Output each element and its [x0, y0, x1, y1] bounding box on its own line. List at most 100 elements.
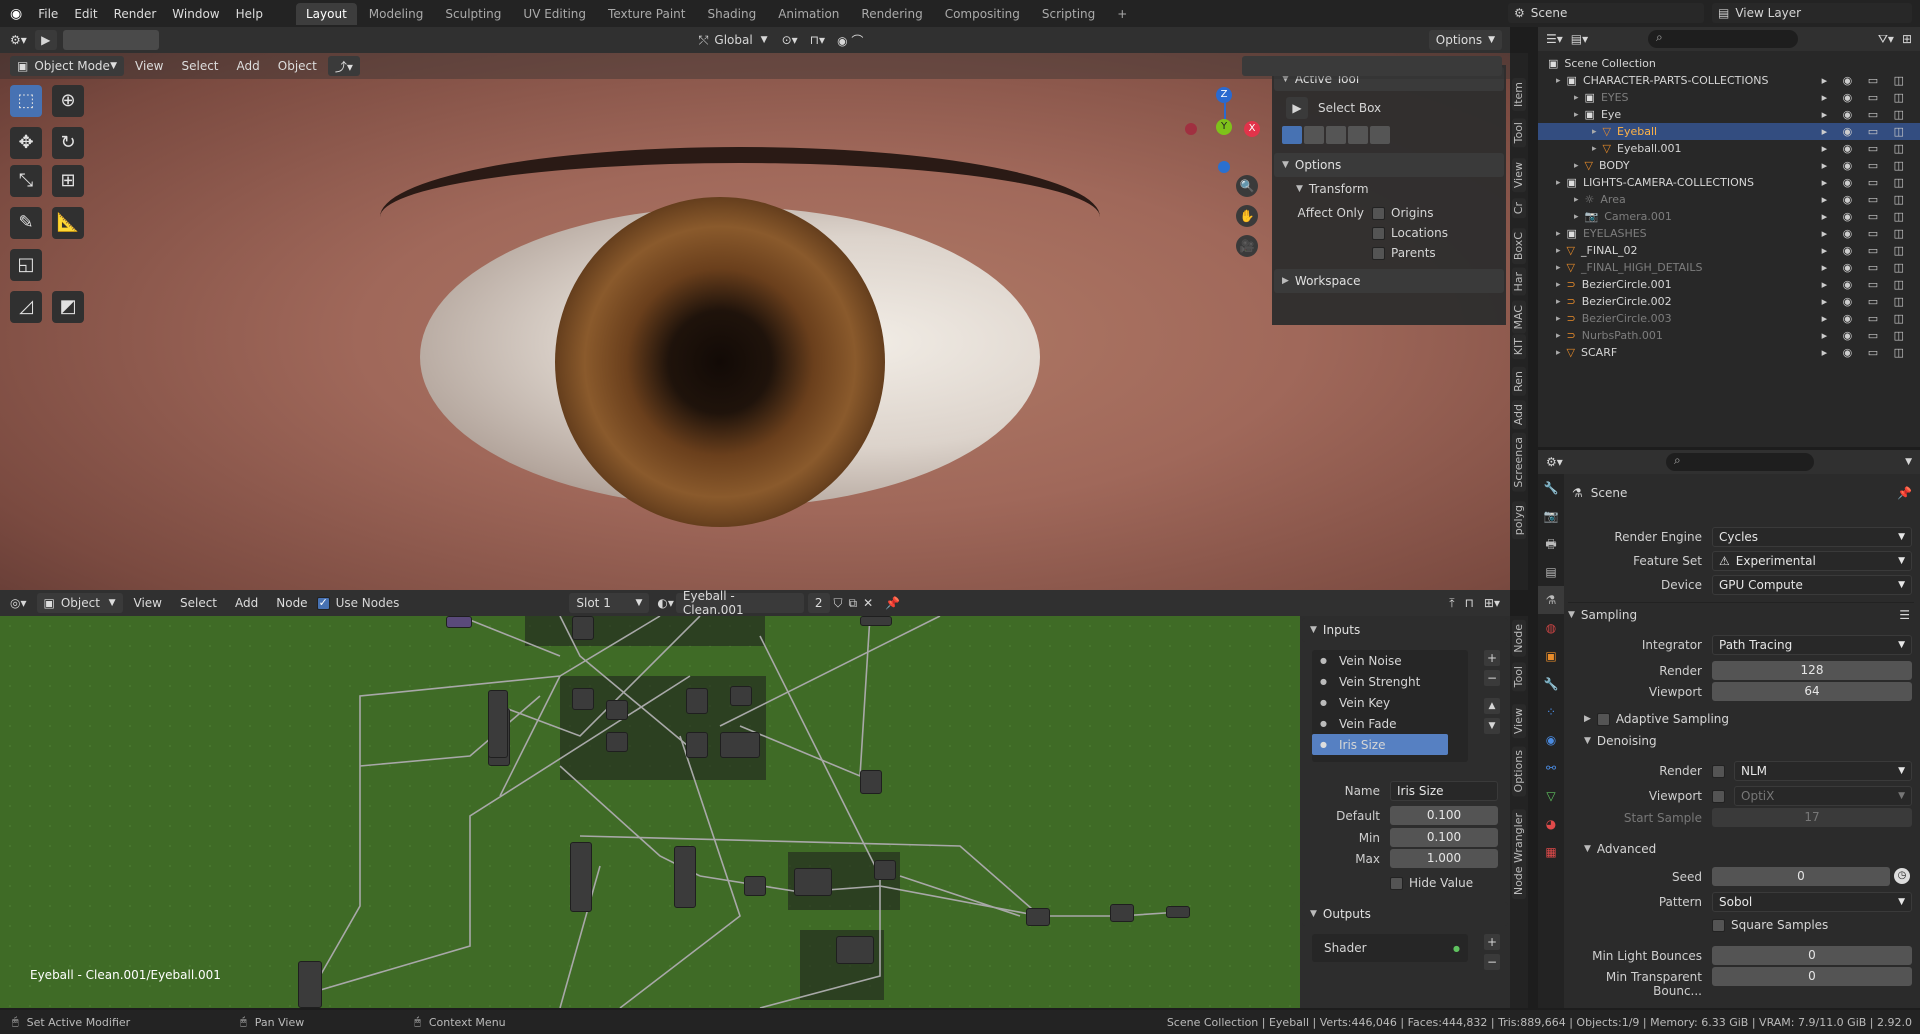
- navigation-gizmo[interactable]: Z Y X: [1180, 87, 1260, 177]
- expand-arrow-icon[interactable]: ▸: [1556, 297, 1561, 307]
- visibility-toggles-icon[interactable]: ▸ ◉ ▭ ◫: [1822, 295, 1910, 308]
- material-name-field[interactable]: Eyeball - Clean.001: [675, 589, 804, 617]
- node[interactable]: [606, 732, 628, 752]
- tab-compositing[interactable]: Compositing: [935, 3, 1030, 25]
- node-menu-view[interactable]: View: [127, 593, 169, 613]
- hide-value-checkbox[interactable]: [1390, 876, 1403, 890]
- sidebar-tab[interactable]: Screenca: [1512, 433, 1526, 492]
- parent-node-tree-icon[interactable]: ⤒: [1449, 596, 1454, 611]
- menu-render[interactable]: Render: [106, 7, 165, 21]
- material-users-count[interactable]: 2: [807, 593, 830, 613]
- visibility-toggles-icon[interactable]: ▸ ◉ ▭ ◫: [1822, 176, 1910, 189]
- snap-icon[interactable]: ⊓▾: [810, 33, 825, 47]
- expand-arrow-icon[interactable]: ▸: [1592, 144, 1597, 154]
- options-dropdown[interactable]: Options ▼: [1428, 30, 1502, 50]
- sidebar-tab[interactable]: Ren: [1512, 367, 1526, 396]
- filter-icon[interactable]: ⛛▾: [1878, 32, 1894, 47]
- sidebar-tab[interactable]: polyg: [1512, 501, 1526, 540]
- tab-shading[interactable]: Shading: [697, 3, 766, 25]
- inputs-panel-header[interactable]: ▼ Inputs: [1302, 618, 1508, 642]
- scene-tab-icon[interactable]: ⚗: [1538, 586, 1564, 614]
- node[interactable]: [720, 732, 760, 758]
- max-field[interactable]: 1.000: [1390, 849, 1498, 868]
- fake-user-icon[interactable]: ⛉: [834, 596, 843, 611]
- render-tab-icon[interactable]: 📷: [1538, 502, 1564, 530]
- mode-extend-icon[interactable]: [1304, 126, 1324, 144]
- outliner-row[interactable]: ▸ ☼ Area ▸ ◉ ▭ ◫: [1538, 191, 1920, 208]
- mode-subtract-icon[interactable]: [1326, 126, 1346, 144]
- camera-view-icon[interactable]: 🎥: [1236, 235, 1258, 257]
- outliner-row[interactable]: ▸ ▣ LIGHTS-CAMERA-COLLECTIONS ▸ ◉ ▭ ◫: [1538, 174, 1920, 191]
- denoise-render-checkbox[interactable]: [1712, 765, 1725, 778]
- node[interactable]: [836, 936, 874, 964]
- node-sidebar-tab[interactable]: Options: [1512, 746, 1526, 797]
- editor-type-icon[interactable]: ☰▾: [1546, 32, 1563, 46]
- expand-arrow-icon[interactable]: ▸: [1556, 229, 1561, 239]
- move-up-button[interactable]: ▲: [1484, 698, 1500, 714]
- integrator-dropdown[interactable]: Path Tracing ▼: [1712, 635, 1912, 655]
- node[interactable]: [298, 961, 322, 1008]
- node-sidebar-tab[interactable]: View: [1512, 704, 1526, 739]
- transform-subpanel-header[interactable]: ▼ Transform: [1272, 179, 1506, 199]
- add-cube-tool-icon[interactable]: ◱: [10, 249, 42, 281]
- parents-checkbox[interactable]: [1372, 246, 1385, 260]
- outliner-row[interactable]: ▸ ▽ BODY ▸ ◉ ▭ ◫: [1538, 157, 1920, 174]
- editor-type-icon[interactable]: ⚙▾: [1546, 455, 1563, 469]
- node[interactable]: [686, 732, 708, 758]
- tab-texture-paint[interactable]: Texture Paint: [598, 3, 695, 25]
- expand-arrow-icon[interactable]: ▸: [1592, 127, 1597, 137]
- visibility-toggles-icon[interactable]: ▸ ◉ ▭ ◫: [1822, 278, 1910, 291]
- viewport-samples-field[interactable]: 64: [1712, 682, 1912, 701]
- workspace-panel-header[interactable]: ▶ Workspace: [1274, 269, 1504, 293]
- gizmo-neg-z[interactable]: [1218, 161, 1230, 173]
- tab-scripting[interactable]: Scripting: [1032, 3, 1105, 25]
- list-item-selected[interactable]: ● Iris Size: [1312, 734, 1448, 755]
- object-tab-icon[interactable]: ▣: [1538, 642, 1564, 670]
- pin-icon[interactable]: 📌: [885, 596, 900, 610]
- visibility-toggles-icon[interactable]: ▸ ◉ ▭ ◫: [1822, 193, 1910, 206]
- outliner-row[interactable]: ▸ ⊃ BezierCircle.001 ▸ ◉ ▭ ◫: [1538, 276, 1920, 293]
- seed-field[interactable]: 0: [1712, 867, 1890, 886]
- visibility-toggles-icon[interactable]: ▸ ◉ ▭ ◫: [1822, 159, 1910, 172]
- select-box-tool-icon[interactable]: ⬚: [10, 85, 42, 117]
- denoise-viewport-dropdown[interactable]: OptiX ▼: [1734, 786, 1912, 806]
- pan-hand-icon[interactable]: ✋: [1236, 205, 1258, 227]
- properties-search-input[interactable]: ⌕: [1666, 453, 1814, 471]
- render-engine-dropdown[interactable]: Cycles ▼: [1712, 527, 1912, 547]
- tool-tab-icon[interactable]: 🔧: [1538, 474, 1564, 502]
- node[interactable]: [1110, 904, 1134, 922]
- outliner-row[interactable]: ▸ ▽ Eyeball.001 ▸ ◉ ▭ ◫: [1538, 140, 1920, 157]
- denoising-header[interactable]: ▼ Denoising: [1584, 734, 1657, 748]
- zoom-icon[interactable]: 🔍: [1236, 175, 1258, 197]
- node-canvas[interactable]: Eyeball - Clean.001/Eyeball.001: [0, 616, 1300, 1008]
- sidebar-tab[interactable]: Add: [1512, 400, 1526, 430]
- tab-layout[interactable]: Layout: [295, 2, 357, 25]
- outliner-row[interactable]: ▸ ▽ _FINAL_02 ▸ ◉ ▭ ◫: [1538, 242, 1920, 259]
- view-layer-tab-icon[interactable]: ▤: [1538, 558, 1564, 586]
- feature-set-dropdown[interactable]: ⚠ Experimental ▼: [1712, 551, 1912, 571]
- display-mode-icon[interactable]: ▤▾: [1571, 32, 1588, 46]
- adaptive-sampling-checkbox[interactable]: [1596, 712, 1610, 726]
- rotate-tool-icon[interactable]: ↻: [52, 127, 84, 159]
- min-transparent-bounces-field[interactable]: 0: [1712, 967, 1912, 986]
- node[interactable]: [446, 616, 472, 628]
- visibility-toggles-icon[interactable]: ▸ ◉ ▭ ◫: [1822, 329, 1910, 342]
- random-seed-clock-icon[interactable]: ◷: [1894, 868, 1910, 884]
- outliner-row[interactable]: ▸ ⊃ BezierCircle.002 ▸ ◉ ▭ ◫: [1538, 293, 1920, 310]
- sidebar-tab[interactable]: MAC: [1512, 301, 1526, 334]
- node[interactable]: [570, 842, 592, 912]
- expand-arrow-icon[interactable]: ▸: [1574, 110, 1579, 120]
- visibility-toggles-icon[interactable]: ▸ ◉ ▭ ◫: [1822, 346, 1910, 359]
- viewport-menu-select[interactable]: Select: [174, 56, 225, 76]
- transform-tool-icon[interactable]: ⊞: [52, 165, 84, 197]
- node-sidebar-tab[interactable]: Node Wrangler: [1512, 809, 1526, 900]
- expand-arrow-icon[interactable]: ▸: [1574, 195, 1579, 205]
- expand-arrow-icon[interactable]: ▸: [1556, 246, 1561, 256]
- output-list-item[interactable]: Shader ●: [1312, 934, 1468, 962]
- device-dropdown[interactable]: GPU Compute ▼: [1712, 575, 1912, 595]
- expand-arrow-icon[interactable]: ▸: [1556, 76, 1561, 86]
- presets-list-icon[interactable]: ☰: [1899, 608, 1910, 622]
- orientation-selector[interactable]: ⤲ Global ▼: [699, 33, 768, 48]
- node[interactable]: [730, 686, 752, 706]
- remove-input-button[interactable]: −: [1484, 670, 1500, 686]
